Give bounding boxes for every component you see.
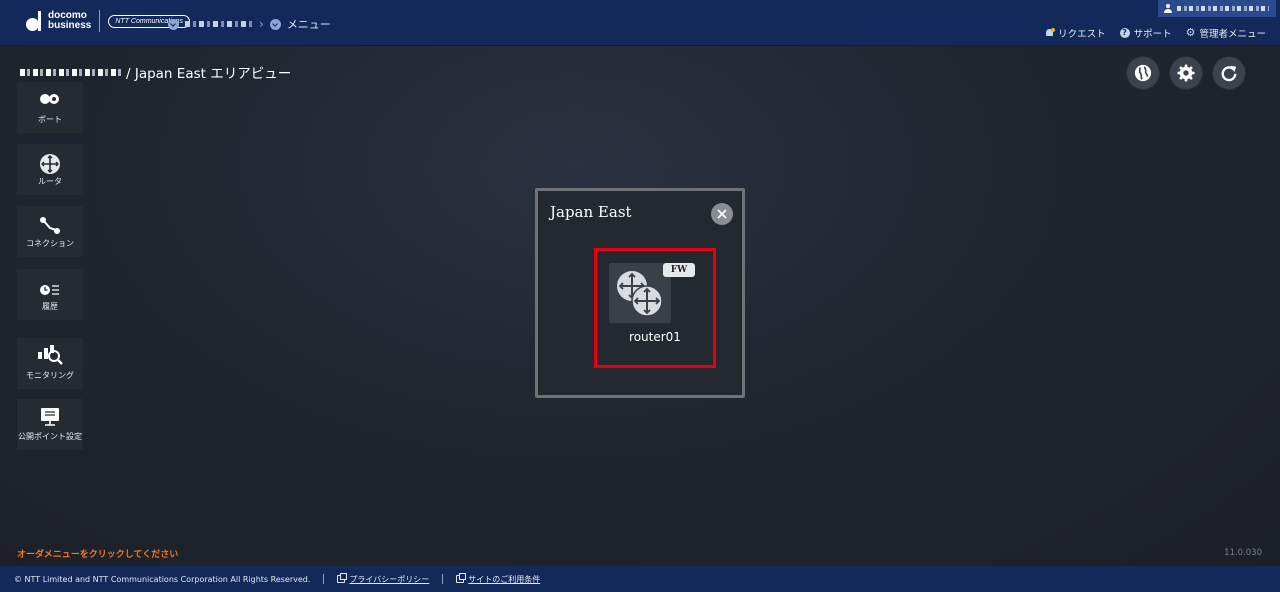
sidebar-item-label: ポート: [38, 115, 62, 124]
chevron-down-icon[interactable]: [168, 18, 179, 30]
user-name-masked: [1177, 6, 1269, 11]
sidebar-item-public-point[interactable]: 公開ポイント設定: [17, 399, 83, 450]
terms-link[interactable]: サイトのご利用条件: [456, 573, 541, 585]
page-title: / Japan East エリアビュー: [20, 62, 291, 82]
top-header: docomo business NTT Communications › メニュ…: [0, 0, 1280, 46]
sidebar-item-label: 公開ポイント設定: [18, 432, 82, 441]
docomo-business-logo[interactable]: docomo business NTT Communications: [26, 10, 191, 32]
version-label: 11.0.030: [1224, 548, 1262, 558]
privacy-policy-label: プライバシーポリシー: [349, 574, 430, 584]
sidebar-item-label: コネクション: [26, 239, 74, 248]
area-title: Japan East: [550, 203, 632, 221]
admin-menu-link[interactable]: ⚙ 管理者メニュー: [1186, 26, 1266, 40]
request-label: リクエスト: [1058, 29, 1106, 40]
chevron-down-icon[interactable]: [269, 18, 281, 30]
sidebar-item-label: 履歴: [42, 302, 58, 311]
monitoring-icon: [38, 345, 63, 365]
support-link[interactable]: ? サポート: [1119, 26, 1172, 40]
admin-menu-label: 管理者メニュー: [1199, 29, 1266, 40]
tenant-name-masked[interactable]: [185, 21, 253, 27]
header-links: リクエスト ? サポート ⚙ 管理者メニュー: [1045, 26, 1266, 40]
footer-divider: [442, 574, 444, 584]
question-icon: ?: [1119, 28, 1130, 38]
request-link[interactable]: リクエスト: [1045, 26, 1106, 40]
port-icon: [40, 94, 59, 104]
bell-icon: [1045, 28, 1056, 38]
public-point-icon: [41, 408, 59, 426]
copyright-text: © NTT Limited and NTT Communications Cor…: [14, 574, 311, 584]
globe-button[interactable]: [1127, 57, 1159, 89]
user-account[interactable]: [1158, 0, 1276, 17]
privacy-policy-link[interactable]: プライバシーポリシー: [337, 573, 430, 585]
user-icon: [1164, 4, 1172, 13]
close-icon: [717, 209, 727, 219]
brand-divider: [99, 10, 101, 32]
footer-divider: [323, 574, 325, 584]
router-icon: [40, 154, 60, 174]
terms-label: サイトのご利用条件: [468, 574, 541, 584]
close-button[interactable]: [711, 203, 733, 225]
sidebar-item-connection[interactable]: コネクション: [17, 206, 83, 257]
connection-icon: [40, 217, 60, 234]
router-icon: [617, 271, 663, 317]
router-node[interactable]: [609, 263, 671, 323]
page-title-text: / Japan East エリアビュー: [126, 66, 292, 82]
tenant-name-masked: [20, 68, 124, 76]
sidebar-item-router[interactable]: ルータ: [17, 144, 83, 195]
breadcrumb: › メニュー: [168, 16, 331, 32]
refresh-button[interactable]: [1213, 57, 1245, 89]
gear-icon: ⚙: [1185, 26, 1196, 39]
external-link-icon: [456, 573, 467, 583]
globe-icon: [1134, 64, 1152, 82]
gear-icon: [1177, 64, 1195, 82]
brand-line2: business: [48, 20, 92, 31]
sidebar-item-history[interactable]: 履歴: [17, 269, 83, 320]
footer: © NTT Limited and NTT Communications Cor…: [0, 566, 1280, 592]
docomo-d-mark: [26, 11, 42, 31]
sidebar-item-label: ルータ: [38, 177, 62, 186]
external-link-icon: [337, 573, 348, 583]
sidebar-item-label: モニタリング: [26, 371, 74, 380]
area-view-panel: Japan East FW router01: [535, 188, 745, 398]
menu-link[interactable]: メニュー: [287, 16, 331, 32]
refresh-icon: [1221, 65, 1237, 82]
firewall-badge: FW: [663, 263, 695, 277]
support-label: サポート: [1133, 29, 1172, 40]
settings-button[interactable]: [1170, 57, 1202, 89]
router-name[interactable]: router01: [594, 330, 716, 344]
sidebar-item-monitoring[interactable]: モニタリング: [17, 338, 83, 389]
chevron-right-icon: ›: [259, 17, 264, 31]
order-menu-hint: オーダメニューをクリックしてください: [17, 550, 179, 560]
history-icon: [40, 285, 59, 295]
sidebar-item-port[interactable]: ポート: [17, 82, 83, 133]
